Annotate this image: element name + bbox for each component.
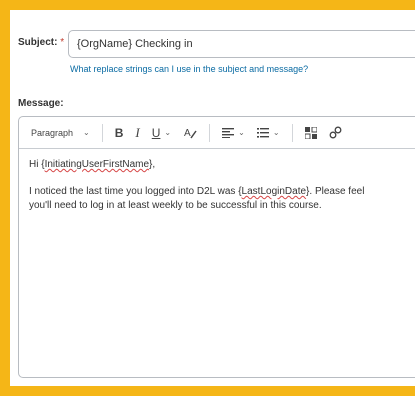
subject-input[interactable] — [68, 30, 415, 58]
email-form-panel: Subject: * What replace strings can I us… — [10, 10, 415, 386]
underline-icon: U — [151, 125, 161, 140]
subject-label-text: Subject: — [18, 37, 58, 48]
greeting-line: Hi {InitiatingUserFirstName}, — [29, 158, 415, 172]
greeting-suffix: }, — [149, 159, 156, 170]
insert-link-button[interactable] — [329, 126, 342, 139]
greeting-prefix: Hi { — [29, 159, 45, 170]
required-asterisk: * — [60, 37, 65, 48]
message-paragraph: I noticed the last time you logged into … — [29, 185, 415, 213]
paragraph-format-label: Paragraph — [31, 127, 74, 138]
greeting-text: Hi {InitiatingUserFirstName}, — [29, 158, 415, 172]
svg-text:A: A — [184, 128, 191, 139]
message-label: Message: — [18, 98, 64, 109]
subject-label: Subject: * — [18, 37, 64, 48]
replace-strings-help-link[interactable]: What replace strings can I use in the su… — [70, 64, 308, 74]
list-dropdown[interactable]: ⌄ — [256, 127, 280, 138]
list-icon — [256, 127, 269, 138]
line2-prefix: I noticed the last time you logged into … — [29, 186, 242, 197]
editor-toolbar: Paragraph ⌄ B I U ⌄ A ⌄ ⌄ — [19, 117, 415, 149]
chevron-down-icon: ⌄ — [83, 128, 90, 137]
font-format-icon: A — [184, 128, 197, 139]
chevron-down-icon: ⌄ — [164, 128, 172, 137]
chevron-down-icon: ⌄ — [272, 128, 280, 137]
first-name-token: InitiatingUserFirstName — [44, 159, 150, 170]
font-format-button[interactable]: A — [183, 126, 197, 140]
bold-button[interactable]: B — [115, 126, 124, 140]
message-body[interactable]: Hi {InitiatingUserFirstName}, I noticed … — [19, 149, 415, 235]
last-login-token: LastLoginDate — [241, 186, 307, 197]
message-line-2: you'll need to log in at least weekly to… — [29, 200, 322, 211]
align-dropdown[interactable]: ⌄ — [222, 127, 245, 138]
toolbar-divider — [209, 123, 211, 142]
italic-button[interactable]: I — [135, 125, 139, 141]
insert-stuff-icon — [304, 126, 317, 139]
underline-dropdown[interactable]: U ⌄ — [152, 126, 171, 140]
align-icon — [222, 127, 235, 138]
paragraph-format-dropdown[interactable]: Paragraph ⌄ — [31, 128, 90, 138]
message-editor: Paragraph ⌄ B I U ⌄ A ⌄ ⌄ Hi {Initiating… — [18, 116, 415, 378]
insert-stuff-button[interactable] — [304, 126, 317, 139]
message-line-1: I noticed the last time you logged into … — [29, 185, 415, 199]
chevron-down-icon: ⌄ — [238, 128, 245, 137]
toolbar-divider — [101, 123, 103, 142]
line2-suffix: }. Please feel — [306, 186, 365, 197]
link-icon — [329, 126, 341, 139]
toolbar-divider — [291, 123, 293, 142]
